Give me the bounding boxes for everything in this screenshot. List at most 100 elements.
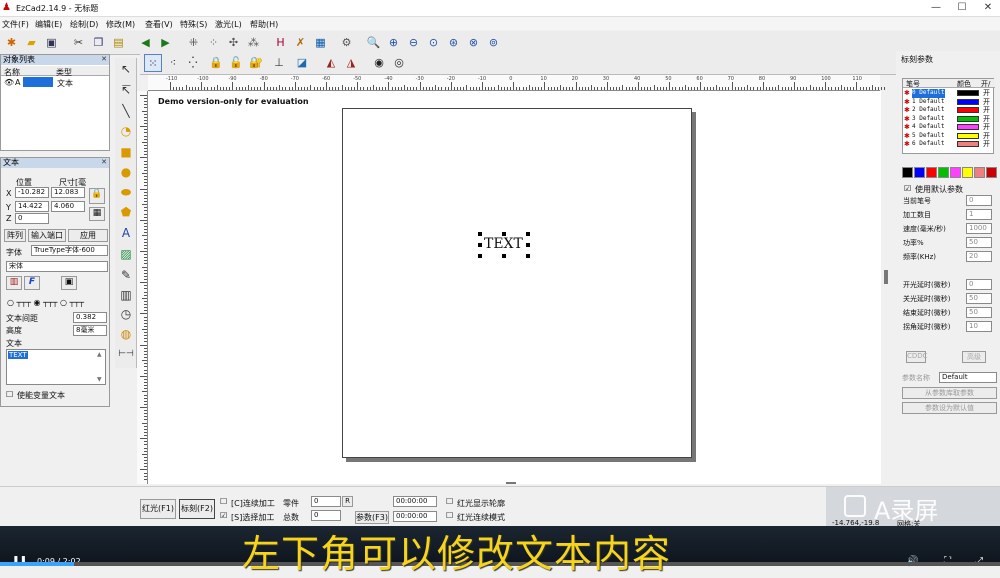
- pen-row[interactable]: ✱ 1 Default 开: [903, 98, 995, 107]
- circle-icon[interactable]: ●: [117, 163, 135, 181]
- splitter-handle[interactable]: [884, 270, 888, 284]
- param-value-field[interactable]: 0: [966, 195, 992, 206]
- lock-icon[interactable]: 🔒: [207, 54, 225, 72]
- cut-icon[interactable]: ✂: [70, 34, 87, 51]
- select-grid-icon[interactable]: ⁙: [144, 54, 162, 72]
- image-icon[interactable]: ▨: [117, 245, 135, 263]
- line-icon[interactable]: ╲: [117, 102, 135, 120]
- zoom-out-icon[interactable]: ⊖: [405, 34, 422, 51]
- time-icon[interactable]: ◷: [117, 305, 135, 323]
- selection-handle[interactable]: [526, 243, 530, 247]
- palette-color-swatch[interactable]: [950, 167, 961, 178]
- palette-color-swatch[interactable]: [974, 167, 985, 178]
- param-value-field[interactable]: 0: [966, 279, 992, 290]
- selected-checkbox[interactable]: ☑: [220, 511, 227, 520]
- zoom-pan-icon[interactable]: ⊚: [485, 34, 502, 51]
- scroll-up-icon[interactable]: ▲: [97, 351, 102, 358]
- pen-on-state[interactable]: 开: [983, 106, 990, 115]
- font-settings-icon[interactable]: ▥: [6, 276, 22, 290]
- close-text-panel-icon[interactable]: ✕: [101, 158, 107, 166]
- param-value-field[interactable]: 1000: [966, 223, 992, 234]
- pen-row[interactable]: ✱ 5 Default 开: [903, 132, 995, 141]
- lock-ratio-icon[interactable]: 🔒: [89, 188, 105, 204]
- select-arrow-icon[interactable]: ↖: [117, 60, 135, 78]
- x-size-field[interactable]: 12.083: [51, 187, 85, 198]
- menu-help[interactable]: 帮助(H): [250, 19, 278, 30]
- curve-icon[interactable]: ◔: [117, 122, 135, 140]
- reset-button[interactable]: R: [342, 496, 353, 507]
- menu-file[interactable]: 文件(F): [2, 19, 29, 30]
- ellipse-icon[interactable]: ⬬: [117, 183, 135, 201]
- align-icon[interactable]: H: [272, 34, 289, 51]
- z-field[interactable]: 0: [15, 213, 49, 224]
- copy-icon[interactable]: ❐: [90, 34, 107, 51]
- red-outline-checkbox[interactable]: ☐: [446, 497, 453, 506]
- text-tool-icon[interactable]: A: [117, 224, 135, 242]
- node-join-icon[interactable]: ✣: [225, 34, 242, 51]
- menu-laser[interactable]: 激光(L): [215, 19, 242, 30]
- close-button[interactable]: ✕: [977, 1, 999, 15]
- drawing-canvas[interactable]: Demo version-only for evaluation TEXT: [148, 91, 881, 484]
- maximize-button[interactable]: ☐: [951, 1, 973, 15]
- mirror-v-icon[interactable]: ◮: [342, 54, 360, 72]
- apply-button[interactable]: 应用: [68, 229, 108, 242]
- pen-row[interactable]: ✱ 4 Default 开: [903, 123, 995, 132]
- font-save-icon[interactable]: ▣: [61, 276, 77, 290]
- font-name-select[interactable]: 宋体: [6, 261, 108, 272]
- zoom-icon[interactable]: 🔍: [365, 34, 382, 51]
- mirror-h-icon[interactable]: ◭: [322, 54, 340, 72]
- open-folder-icon[interactable]: ▰: [23, 34, 40, 51]
- palette-color-swatch[interactable]: [938, 167, 949, 178]
- pivot-icon[interactable]: ⊥: [270, 54, 288, 72]
- pen-on-state[interactable]: 开: [983, 89, 990, 98]
- continuous-checkbox[interactable]: ☐: [220, 497, 227, 506]
- palette-color-swatch[interactable]: [914, 167, 925, 178]
- tools-icon[interactable]: ✗: [292, 34, 309, 51]
- parts-field[interactable]: 0: [311, 496, 341, 507]
- selection-handle[interactable]: [478, 254, 482, 258]
- menu-edit[interactable]: 编辑(E): [35, 19, 62, 30]
- rectangle-icon[interactable]: ■: [117, 143, 135, 161]
- pen-on-state[interactable]: 开: [983, 123, 990, 132]
- zoom-in-icon[interactable]: ⊕: [385, 34, 402, 51]
- node-edit-icon[interactable]: ⁜: [185, 34, 202, 51]
- node-break-icon[interactable]: ⁂: [245, 34, 262, 51]
- cddc-button[interactable]: CDDC: [906, 351, 928, 363]
- save-icon[interactable]: ▣: [43, 34, 60, 51]
- palette-color-swatch[interactable]: [902, 167, 913, 178]
- palette-color-swatch[interactable]: [986, 167, 997, 178]
- text-object[interactable]: TEXT: [478, 232, 530, 258]
- red-light-button[interactable]: 红光(F1): [140, 499, 176, 519]
- delay-icon[interactable]: ⊢⊣: [117, 345, 135, 363]
- pen-row[interactable]: ✱ 2 Default 开: [903, 106, 995, 115]
- set-default-button[interactable]: 参数设为默认值: [902, 402, 997, 414]
- settings-icon[interactable]: ⚙: [338, 34, 355, 51]
- param-value-field[interactable]: 50: [966, 237, 992, 248]
- pen-row[interactable]: ✱ 3 Default 开: [903, 115, 995, 124]
- minimize-button[interactable]: —: [925, 1, 947, 15]
- calc-icon[interactable]: ▦: [312, 34, 329, 51]
- select-center-icon[interactable]: ⁛: [184, 54, 202, 72]
- red-continuous-checkbox[interactable]: ☐: [446, 511, 453, 520]
- total-field[interactable]: 0: [311, 510, 341, 521]
- align-left-radio[interactable]: ○ ┬┬┬ ◉ ┬┬┬ ○ ┬┬┬: [7, 298, 84, 307]
- pen-on-state[interactable]: 开: [983, 98, 990, 107]
- selection-handle[interactable]: [526, 232, 530, 236]
- vector-file-icon[interactable]: ✎: [117, 266, 135, 284]
- param-value-field[interactable]: 10: [966, 321, 992, 332]
- param-name-field[interactable]: Default: [939, 372, 997, 383]
- lock-all-icon[interactable]: 🔐: [247, 54, 265, 72]
- zoom-page-icon[interactable]: ⊗: [465, 34, 482, 51]
- node-select-icon[interactable]: ⁘: [205, 34, 222, 51]
- fill-icon[interactable]: ◪: [293, 54, 311, 72]
- selection-handle[interactable]: [502, 254, 506, 258]
- redo-icon[interactable]: ▶: [157, 34, 174, 51]
- enable-variable-text-checkbox[interactable]: ☐: [6, 390, 13, 399]
- unlock-icon[interactable]: 🔓: [227, 54, 245, 72]
- polygon-icon[interactable]: ⬟: [117, 203, 135, 221]
- param-value-field[interactable]: 50: [966, 293, 992, 304]
- font-italic-icon[interactable]: F: [24, 276, 40, 290]
- selection-handle[interactable]: [502, 232, 506, 236]
- x-position-field[interactable]: -10.282: [15, 187, 49, 198]
- use-default-checkbox[interactable]: ☑: [904, 184, 911, 193]
